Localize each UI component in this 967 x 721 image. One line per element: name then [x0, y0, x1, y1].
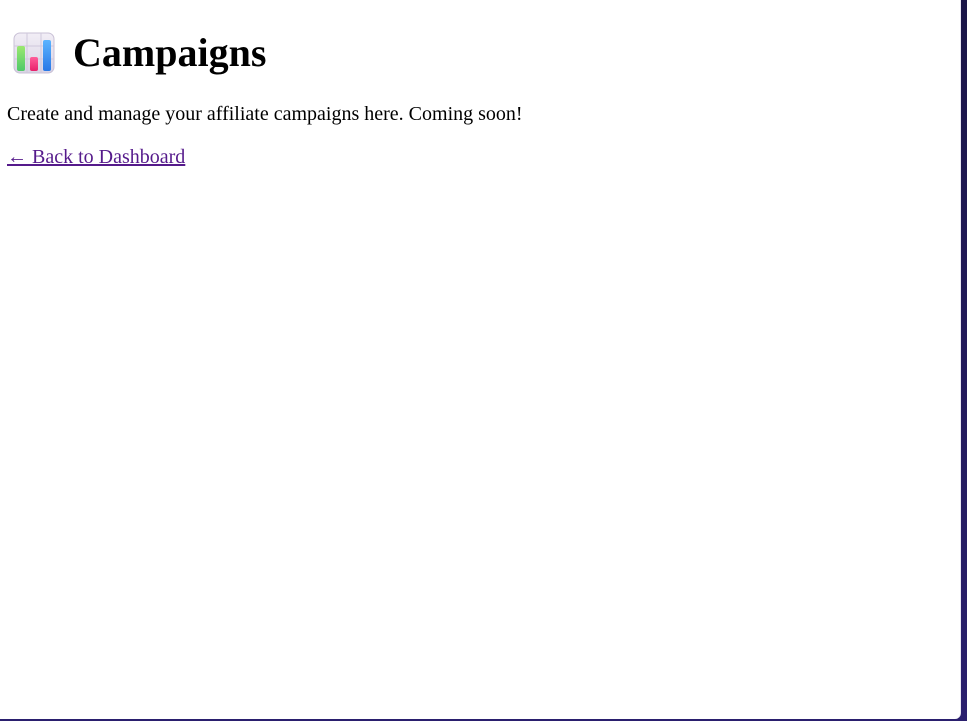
back-to-dashboard-link[interactable]: ← Back to Dashboard: [7, 145, 185, 169]
page-panel: Campaigns Create and manage your affilia…: [0, 0, 961, 719]
page-title: Campaigns: [7, 0, 953, 75]
page-description: Create and manage your affiliate campaig…: [7, 103, 523, 125]
bar-chart-icon: [13, 32, 55, 74]
page-title-text: Campaigns: [73, 30, 267, 75]
page-content: Campaigns Create and manage your affilia…: [0, 0, 960, 169]
browser-frame: Campaigns Create and manage your affilia…: [0, 0, 967, 721]
